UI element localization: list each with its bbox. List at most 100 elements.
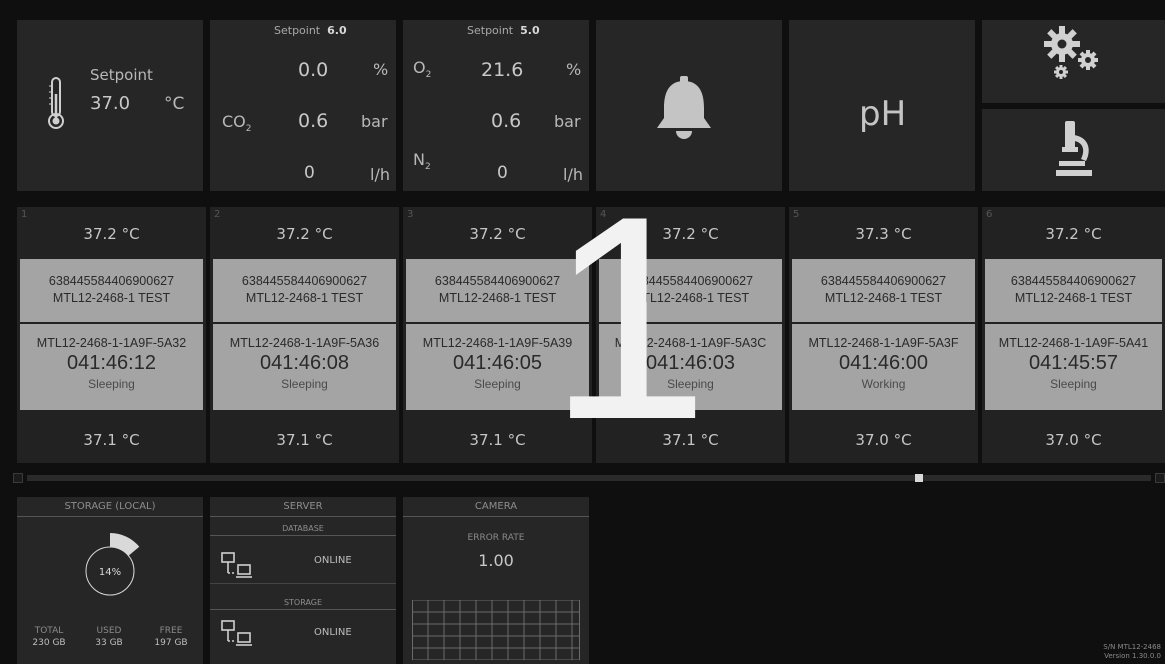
chamber-top-temperature: 37.2 °C <box>276 225 333 243</box>
camera-panel-title: CAMERA <box>403 497 589 517</box>
storage-usage-donut: 14% <box>85 533 140 596</box>
temperature-setpoint-value: 37.0 <box>90 93 131 114</box>
co2-gas-subscript: 2 <box>245 124 252 135</box>
o2-setpoint-value: 5.0 <box>520 24 540 37</box>
horizontal-scrollbar[interactable] <box>13 473 1165 483</box>
o2-gas-subscript: 2 <box>425 70 432 81</box>
chamber-sample-name: MTL12-2468-1 TEST <box>824 291 943 305</box>
storage-total-value: 230 GB <box>32 638 66 648</box>
chamber-sample-name: MTL12-2468-1 TEST <box>245 291 364 305</box>
storage-free: FREE 197 GB <box>151 626 191 648</box>
o2-setpoint: Setpoint 5.0 <box>467 24 540 37</box>
co2-setpoint-value: 6.0 <box>327 24 347 37</box>
chamber-bottom-temperature: 37.0 °C <box>1045 431 1102 449</box>
chamber-sample-info: 638445584406900627 MTL12-2468-1 TEST <box>20 259 203 322</box>
version-label: Version 1.30.0.0 <box>1104 652 1161 660</box>
chamber-number: 3 <box>407 209 414 220</box>
o2-pressure-value: 0.6 <box>491 110 522 132</box>
storage-panel[interactable]: STORAGE (LOCAL) 14% TOTAL 230 GB USED 33… <box>17 497 203 664</box>
chamber-number: 5 <box>793 209 800 220</box>
n2-gas-subscript: 2 <box>424 162 431 173</box>
footer-info: S/N MTL12-2468 Version 1.30.0.0 <box>1103 643 1161 661</box>
network-computer-icon <box>221 620 252 646</box>
serial-number: S/N MTL12-2468 <box>1103 643 1161 651</box>
chamber-card[interactable]: 5 37.3 °C 638445584406900627 MTL12-2468-… <box>789 207 978 463</box>
error-rate-graph <box>412 600 580 660</box>
o2-flow-value: 0 <box>497 163 508 183</box>
n2-gas-name: N <box>413 150 425 169</box>
storage-status: ONLINE <box>314 627 352 638</box>
chamber-sample-id: 638445584406900627 <box>241 274 368 288</box>
co2-gas-name: CO <box>222 112 246 131</box>
o2-gas-name: O <box>413 58 426 77</box>
chamber-sample-id: 638445584406900627 <box>48 274 175 288</box>
database-status: ONLINE <box>314 555 352 566</box>
co2-setpoint: Setpoint 6.0 <box>274 24 347 37</box>
chamber-sample-info: 638445584406900627 MTL12-2468-1 TEST <box>213 259 396 322</box>
scrollbar-left-cap <box>13 473 23 483</box>
chamber-sample-info: 638445584406900627 MTL12-2468-1 TEST <box>792 259 975 322</box>
temperature-unit: °C <box>164 94 185 114</box>
temperature-setpoint-label: Setpoint <box>90 66 153 84</box>
chamber-run-code: MTL12-2468-1-1A9F-5A3F <box>808 336 959 350</box>
chamber-elapsed-time: 041:45:57 <box>1029 352 1118 374</box>
chamber-run-code: MTL12-2468-1-1A9F-5A32 <box>36 336 187 350</box>
scrollbar-right-cap <box>1155 473 1165 483</box>
server-divider <box>210 583 396 584</box>
storage-total-label: TOTAL <box>34 626 64 636</box>
o2-percent-value: 21.6 <box>481 59 524 81</box>
co2-tile[interactable]: Setpoint 6.0 CO2 0.0 % 0.6 bar 0 l/h <box>210 20 396 191</box>
network-computer-icon <box>221 552 252 578</box>
chamber-elapsed-time: 041:46:08 <box>260 352 349 374</box>
co2-percent-unit: % <box>373 60 389 79</box>
n2-gas-label: N2 <box>413 150 431 172</box>
chamber-sample-name: MTL12-2468-1 TEST <box>1014 291 1133 305</box>
chamber-bottom-temperature: 37.1 °C <box>83 431 140 449</box>
co2-flow-value: 0 <box>304 163 315 183</box>
chamber-status: Sleeping <box>88 377 135 391</box>
co2-pressure-value: 0.6 <box>298 110 329 132</box>
settings-tile[interactable] <box>982 20 1165 103</box>
storage-section-title: STORAGE <box>210 597 396 610</box>
temperature-tile[interactable]: Setpoint 37.0 °C <box>17 20 203 191</box>
o2-gas-label: O2 <box>413 58 431 80</box>
ph-tile[interactable]: pH <box>789 20 975 191</box>
chamber-card[interactable]: 1 37.2 °C 638445584406900627 MTL12-2468-… <box>17 207 206 463</box>
o2-pressure-unit: bar <box>554 112 581 131</box>
co2-pressure-unit: bar <box>361 112 388 131</box>
storage-used-value: 33 GB <box>95 638 123 648</box>
chamber-number: 6 <box>986 209 993 220</box>
storage-used-label: USED <box>96 626 122 636</box>
storage-free-value: 197 GB <box>154 638 188 648</box>
chamber-number: 1 <box>21 209 28 220</box>
chamber-status: Sleeping <box>281 377 328 391</box>
chamber-sample-id: 638445584406900627 <box>1010 274 1137 288</box>
chamber-top-temperature: 37.2 °C <box>83 225 140 243</box>
chamber-card[interactable]: 2 37.2 °C 638445584406900627 MTL12-2468-… <box>210 207 399 463</box>
gears-icon <box>1044 26 1098 79</box>
server-panel[interactable]: SERVER DATABASE ONLINE STORAGE ONLINE <box>210 497 396 664</box>
chamber-run-code: MTL12-2468-1-1A9F-5A41 <box>998 336 1149 350</box>
chamber-elapsed-time: 041:46:00 <box>839 352 928 374</box>
chamber-card[interactable]: 6 37.2 °C 638445584406900627 MTL12-2468-… <box>982 207 1165 463</box>
co2-gas-label: CO2 <box>222 112 252 134</box>
chamber-top-temperature: 37.3 °C <box>855 225 912 243</box>
co2-percent-value: 0.0 <box>298 59 329 81</box>
overlay-number: 1 <box>548 156 710 480</box>
chamber-run-info: MTL12-2468-1-1A9F-5A41 041:45:57 Sleepin… <box>985 324 1162 410</box>
chamber-run-info: MTL12-2468-1-1A9F-5A36 041:46:08 Sleepin… <box>213 324 396 410</box>
storage-panel-title: STORAGE (LOCAL) <box>17 497 203 517</box>
camera-error-rate-label: ERROR RATE <box>467 533 525 543</box>
storage-free-label: FREE <box>159 626 183 636</box>
server-panel-title: SERVER <box>210 497 396 517</box>
chamber-run-info: MTL12-2468-1-1A9F-5A3F 041:46:00 Working <box>792 324 975 410</box>
co2-setpoint-label: Setpoint <box>274 24 321 37</box>
microscope-tile[interactable] <box>982 109 1165 191</box>
storage-percent-label: 14% <box>99 567 121 578</box>
scrollbar-track[interactable] <box>27 475 1151 481</box>
chamber-sample-info: 638445584406900627 MTL12-2468-1 TEST <box>985 259 1162 322</box>
scrollbar-thumb[interactable] <box>914 474 923 482</box>
chamber-elapsed-time: 041:46:12 <box>67 352 156 374</box>
camera-panel[interactable]: CAMERA ERROR RATE 1.00 <box>403 497 589 664</box>
bell-icon <box>657 76 711 139</box>
